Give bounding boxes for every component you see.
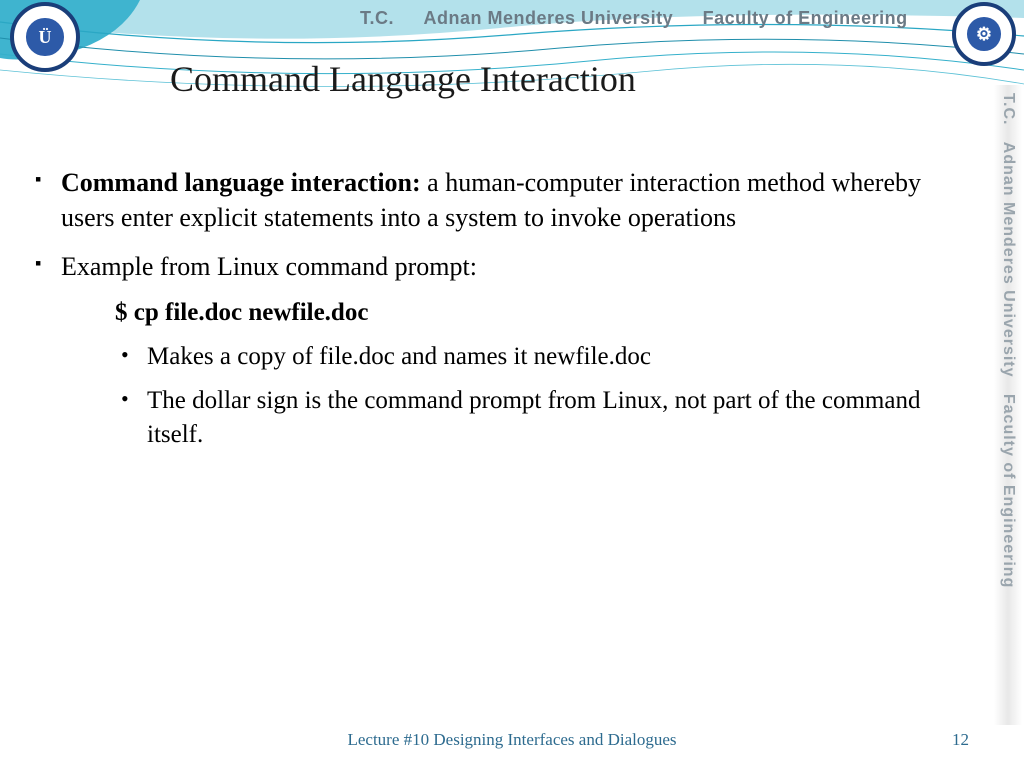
right-vertical-text: T.C. Adnan Menderes University Faculty o… — [999, 85, 1017, 588]
header-faculty: Faculty of Engineering — [703, 8, 908, 28]
slide-title: Command Language Interaction — [170, 58, 636, 100]
footer-lecture-title: Lecture #10 Designing Interfaces and Dia… — [0, 730, 1024, 750]
slide-content: Command language interaction: a human-co… — [35, 165, 964, 465]
bullet-definition: Command language interaction: a human-co… — [35, 165, 964, 235]
right-vertical-strip: T.C. Adnan Menderes University Faculty o… — [994, 85, 1022, 725]
sub-bullet-dollar: The dollar sign is the command prompt fr… — [121, 384, 964, 452]
sub-bullet-copy: Makes a copy of file.doc and names it ne… — [121, 340, 964, 374]
header-university: Adnan Menderes University — [424, 8, 674, 28]
faculty-seal-right: ⚙ — [952, 2, 1016, 66]
header-prefix: T.C. — [360, 8, 394, 28]
bullet-example-text: Example from Linux command prompt: — [61, 252, 477, 281]
page-number: 12 — [952, 730, 969, 750]
header-institution-text: T.C. Adnan Menderes University Faculty o… — [360, 8, 908, 29]
university-seal-left: Ü — [10, 2, 80, 72]
bullet-example: Example from Linux command prompt: $ cp … — [35, 249, 964, 451]
bullet-definition-term: Command language interaction: — [61, 168, 421, 197]
command-example: $ cp file.doc newfile.doc — [115, 296, 964, 330]
